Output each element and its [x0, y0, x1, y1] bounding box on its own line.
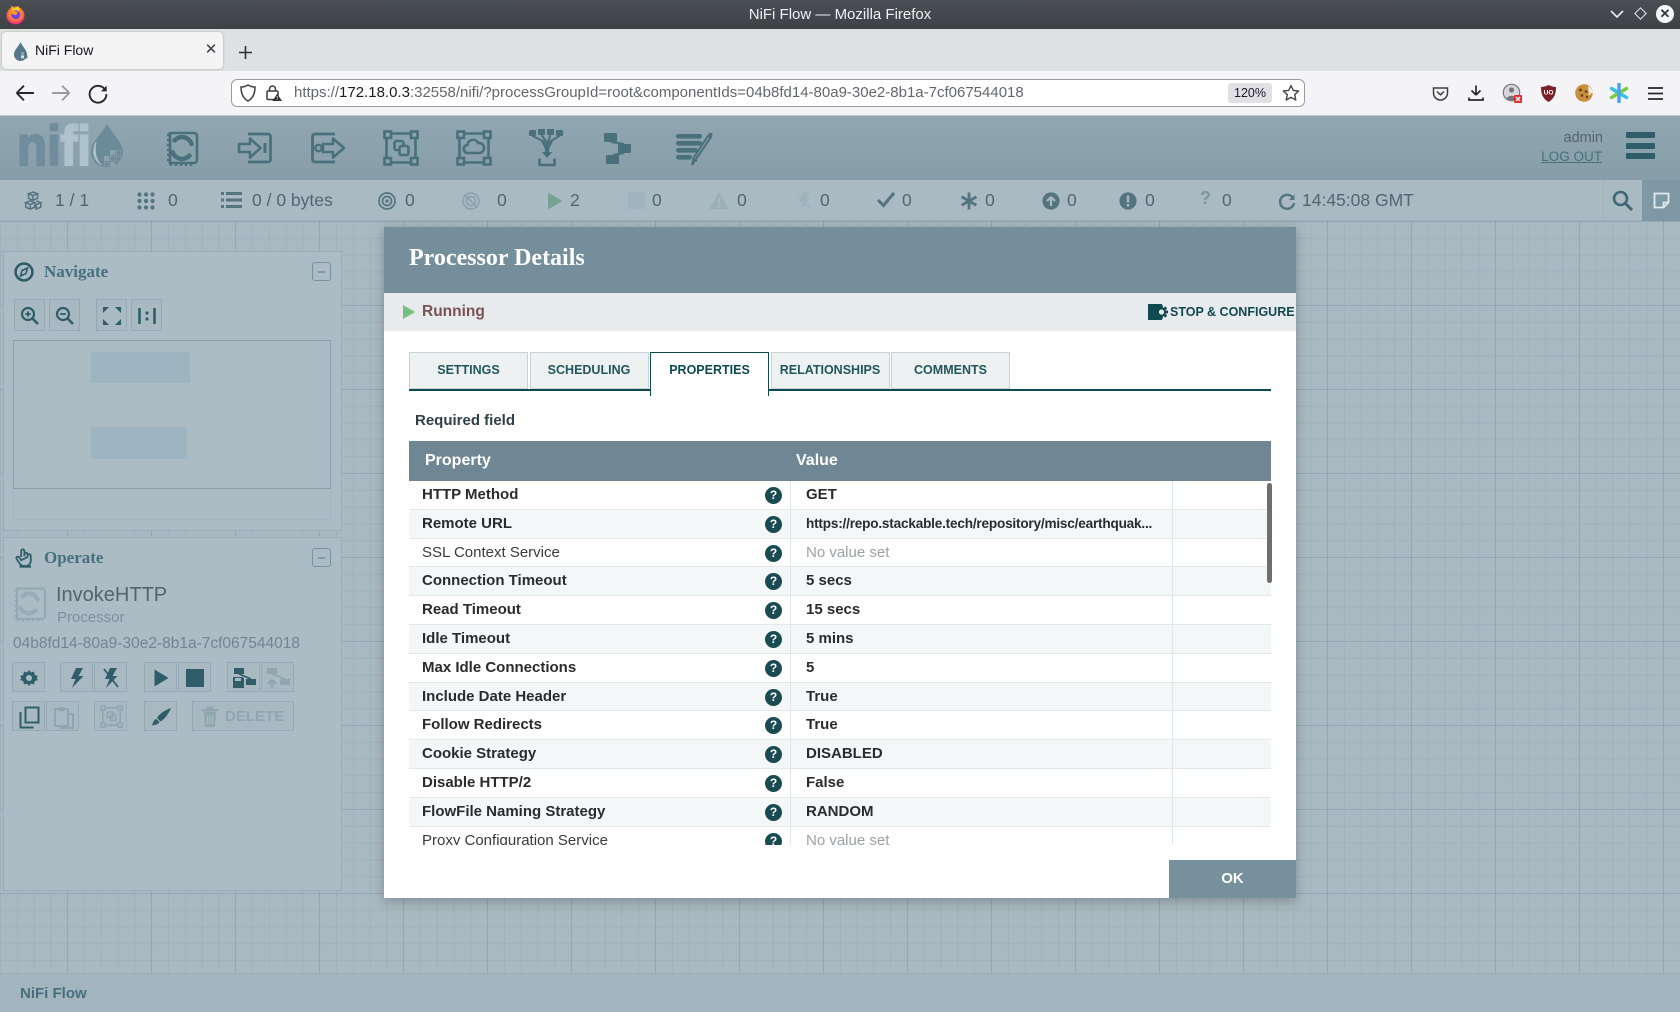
- svg-text:UO: UO: [1544, 90, 1554, 97]
